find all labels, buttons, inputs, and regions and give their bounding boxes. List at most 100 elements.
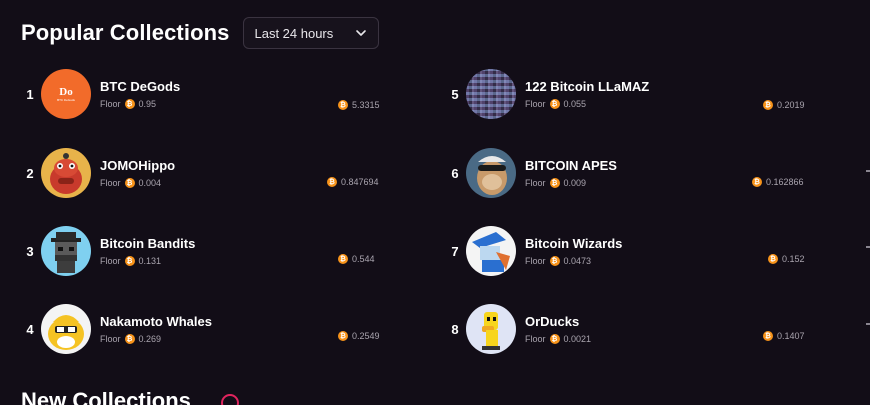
bitcoin-icon: ₿ xyxy=(768,254,778,264)
floor-label: Floor xyxy=(525,178,546,188)
volume-value: 0.2019 xyxy=(777,100,805,110)
collection-row[interactable]: 8 OrDucks Floor ₿ 0.0021 xyxy=(444,301,844,357)
bitcoin-icon: ₿ xyxy=(549,178,560,188)
floor-label: Floor xyxy=(100,99,121,109)
floor-price: Floor ₿ 0.95 xyxy=(100,99,180,109)
floor-label: Floor xyxy=(525,334,546,344)
bitcoin-icon: ₿ xyxy=(124,256,135,266)
collection-row[interactable]: 7 Bitcoin Wizards Floor ₿ 0.0473 xyxy=(444,223,844,279)
chevron-down-icon xyxy=(356,30,367,36)
floor-price: Floor ₿ 0.004 xyxy=(100,178,175,188)
collection-row[interactable]: 2 JOMOHippo Floor ₿ 0.004 xyxy=(19,145,419,201)
floor-value: 0.269 xyxy=(138,334,162,344)
bitcoin-icon: ₿ xyxy=(327,177,337,187)
timeframe-value: Last 24 hours xyxy=(254,25,334,41)
section-title: Popular Collections xyxy=(21,20,230,45)
timeframe-dropdown[interactable]: Last 24 hours xyxy=(243,17,380,49)
collection-name[interactable]: Bitcoin Bandits xyxy=(100,236,195,251)
collection-avatar xyxy=(466,226,516,276)
collection-row[interactable]: 6 BITCOIN APES Floor ₿ 0.009 xyxy=(444,145,844,201)
popular-collections-header: Popular Collections Last 24 hours xyxy=(21,17,380,49)
avatar-logo-subtext: BTC DeGods xyxy=(57,98,75,102)
collection-row[interactable]: 1 Do BTC DeGods BTC DeGods Floor ₿ 0.95 xyxy=(19,66,419,122)
volume-value: 0.1407 xyxy=(777,331,805,341)
collection-name[interactable]: OrDucks xyxy=(525,314,591,329)
collection-name[interactable]: JOMOHippo xyxy=(100,158,175,173)
floor-value: 0.009 xyxy=(563,178,587,188)
collection-avatar xyxy=(41,304,91,354)
rank: 1 xyxy=(26,86,34,102)
scroll-hint xyxy=(866,170,870,172)
collection-name[interactable]: Nakamoto Whales xyxy=(100,314,212,329)
floor-label: Floor xyxy=(100,256,121,266)
rank: 5 xyxy=(451,86,459,102)
collection-row[interactable]: 4 Nakamoto Whales Floor ₿ 0.269 xyxy=(19,301,419,357)
rank: 2 xyxy=(26,165,34,181)
bitcoin-icon: ₿ xyxy=(752,177,762,187)
bitcoin-icon: ₿ xyxy=(124,334,135,344)
volume: ₿ 5.3315 xyxy=(338,100,380,110)
volume: ₿ 0.162866 xyxy=(752,177,804,187)
volume-value: 0.847694 xyxy=(341,177,379,187)
floor-label: Floor xyxy=(100,334,121,344)
floor-price: Floor ₿ 0.269 xyxy=(100,334,212,344)
rank: 8 xyxy=(451,321,459,337)
bitcoin-icon: ₿ xyxy=(124,178,135,188)
volume: ₿ 0.152 xyxy=(768,254,805,264)
collection-name[interactable]: BITCOIN APES xyxy=(525,158,617,173)
collection-avatar xyxy=(41,226,91,276)
bitcoin-icon: ₿ xyxy=(338,100,348,110)
collection-name[interactable]: Bitcoin Wizards xyxy=(525,236,622,251)
volume-value: 0.544 xyxy=(352,254,375,264)
bitcoin-icon: ₿ xyxy=(549,334,560,344)
bitcoin-icon: ₿ xyxy=(338,254,348,264)
collection-name[interactable]: BTC DeGods xyxy=(100,79,180,94)
floor-price: Floor ₿ 0.055 xyxy=(525,99,649,109)
scroll-hint xyxy=(866,323,870,325)
volume-value: 0.162866 xyxy=(766,177,804,187)
volume: ₿ 0.2549 xyxy=(338,331,380,341)
scroll-hint xyxy=(866,246,870,248)
floor-price: Floor ₿ 0.009 xyxy=(525,178,617,188)
collection-row[interactable]: 5 122 Bitcoin LLaMAZ Floor ₿ 0.055 xyxy=(444,66,844,122)
floor-value: 0.95 xyxy=(138,99,157,109)
floor-price: Floor ₿ 0.0473 xyxy=(525,256,622,266)
collection-avatar: Do BTC DeGods xyxy=(41,69,91,119)
avatar-logo-text: Do xyxy=(59,86,73,98)
collection-avatar xyxy=(41,148,91,198)
collection-name[interactable]: 122 Bitcoin LLaMAZ xyxy=(525,79,649,94)
floor-price: Floor ₿ 0.131 xyxy=(100,256,195,266)
floor-label: Floor xyxy=(525,256,546,266)
bitcoin-icon: ₿ xyxy=(549,99,560,109)
floor-value: 0.131 xyxy=(138,256,162,266)
collection-avatar xyxy=(466,148,516,198)
collection-row[interactable]: 3 Bitcoin Bandits Floor ₿ 0.131 xyxy=(19,223,419,279)
rank: 4 xyxy=(26,321,34,337)
floor-value: 0.0021 xyxy=(563,334,592,344)
bitcoin-icon: ₿ xyxy=(763,331,773,341)
bitcoin-icon: ₿ xyxy=(549,256,560,266)
floor-value: 0.004 xyxy=(138,178,162,188)
volume-value: 0.2549 xyxy=(352,331,380,341)
floor-label: Floor xyxy=(525,99,546,109)
volume-value: 5.3315 xyxy=(352,100,380,110)
volume: ₿ 0.544 xyxy=(338,254,375,264)
collection-avatar xyxy=(466,69,516,119)
rank: 3 xyxy=(26,243,34,259)
floor-value: 0.055 xyxy=(563,99,587,109)
volume-value: 0.152 xyxy=(782,254,805,264)
floor-price: Floor ₿ 0.0021 xyxy=(525,334,591,344)
rank: 6 xyxy=(451,165,459,181)
volume: ₿ 0.847694 xyxy=(327,177,379,187)
bitcoin-icon: ₿ xyxy=(338,331,348,341)
collection-avatar xyxy=(466,304,516,354)
bitcoin-icon: ₿ xyxy=(124,99,135,109)
info-icon[interactable] xyxy=(221,394,239,405)
volume: ₿ 0.1407 xyxy=(763,331,805,341)
bitcoin-icon: ₿ xyxy=(763,100,773,110)
floor-value: 0.0473 xyxy=(563,256,592,266)
floor-label: Floor xyxy=(100,178,121,188)
new-collections-title: New Collections xyxy=(21,388,191,405)
rank: 7 xyxy=(451,243,459,259)
volume: ₿ 0.2019 xyxy=(763,100,805,110)
